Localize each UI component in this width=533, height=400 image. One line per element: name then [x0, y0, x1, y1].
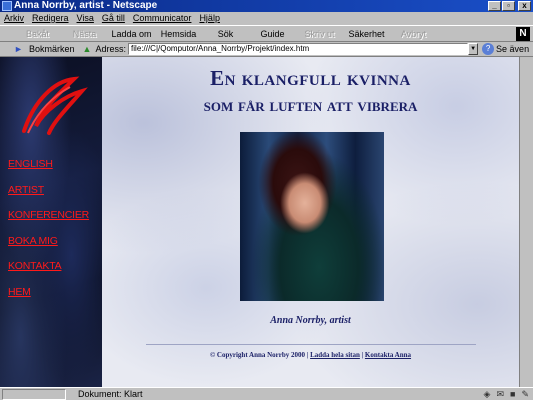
address-dropdown-icon[interactable]: ▼: [468, 43, 479, 55]
home-button[interactable]: Hemsida: [155, 29, 202, 39]
copyright-text: © Copyright Anna Norrby 2000 |: [209, 351, 309, 359]
status-bar: Dokument: Klart ◈ ✉ ■ ✎: [0, 387, 533, 400]
related-button[interactable]: Se även: [496, 44, 529, 54]
nav-english[interactable]: ENGLISH: [8, 157, 89, 183]
netscape-app-icon: [2, 1, 12, 11]
discussion-icon[interactable]: ■: [510, 389, 515, 400]
menu-hjalp[interactable]: Hjälp: [199, 12, 220, 25]
footer-divider: [146, 344, 476, 345]
menu-bar: Arkiv Redigera Visa Gå till Communicator…: [0, 12, 533, 25]
nav-konferencier[interactable]: KONFERENCIER: [8, 208, 89, 234]
bookmark-icon[interactable]: ►: [14, 44, 26, 54]
navigation-toolbar: Bakåt Nästa Ladda om Hemsida Sök Guide S…: [0, 25, 533, 42]
address-label: Adress:: [95, 44, 127, 54]
main-panel: En klangfull kvinna som får luften att v…: [102, 57, 519, 387]
forward-button[interactable]: Nästa: [61, 29, 108, 39]
mail-icon[interactable]: ✉: [496, 389, 504, 400]
stop-button[interactable]: Avbryt: [390, 29, 437, 39]
print-button[interactable]: Skriv ut: [296, 29, 343, 39]
menu-redigera[interactable]: Redigera: [32, 12, 69, 25]
window-title: Anna Norrby, artist - Netscape: [14, 0, 158, 11]
composer-icon[interactable]: ✎: [521, 389, 529, 400]
search-button[interactable]: Sök: [202, 29, 249, 39]
navigator-icon[interactable]: ◈: [484, 389, 491, 400]
sidebar-nav: ENGLISH ARTIST KONFERENCIER BOKA MIG KON…: [8, 157, 89, 310]
page-content: ENGLISH ARTIST KONFERENCIER BOKA MIG KON…: [0, 57, 519, 387]
nav-hem[interactable]: HEM: [8, 285, 89, 311]
security-status-icon[interactable]: [2, 388, 66, 400]
page-heading-line1: En klangfull kvinna: [210, 66, 411, 90]
netscape-logo-icon: N: [516, 27, 530, 41]
artist-portrait-photo: [240, 132, 384, 301]
load-site-link[interactable]: Ladda hela sitan: [310, 351, 360, 359]
location-icon[interactable]: ▲: [83, 44, 93, 54]
page-footer: © Copyright Anna Norrby 2000 | Ladda hel…: [102, 351, 519, 359]
window-controls: _ ▫ x: [488, 1, 531, 11]
portrait-caption: Anna Norrby, artist: [270, 315, 351, 326]
component-bar: ◈ ✉ ■ ✎: [484, 389, 529, 400]
contact-anna-link[interactable]: Kontakta Anna: [365, 351, 411, 359]
menu-communicator[interactable]: Communicator: [133, 12, 192, 25]
status-text: Dokument: Klart: [78, 389, 143, 399]
nav-kontakta[interactable]: KONTAKTA: [8, 259, 89, 285]
menu-ga-till[interactable]: Gå till: [102, 12, 125, 25]
signature-logo-icon: [22, 76, 88, 135]
security-button[interactable]: Säkerhet: [343, 29, 390, 39]
reload-button[interactable]: Ladda om: [108, 29, 155, 39]
bookmarks-button[interactable]: Bokmärken: [29, 44, 75, 54]
close-button[interactable]: x: [518, 1, 531, 11]
menu-arkiv[interactable]: Arkiv: [4, 12, 24, 25]
window-title-bar: Anna Norrby, artist - Netscape _ ▫ x: [0, 0, 533, 12]
page-heading-line2: som får luften att vibrera: [203, 95, 418, 116]
sidebar: ENGLISH ARTIST KONFERENCIER BOKA MIG KON…: [0, 57, 102, 387]
guide-button[interactable]: Guide: [249, 29, 296, 39]
related-icon[interactable]: ?: [482, 43, 495, 55]
back-button[interactable]: Bakåt: [14, 29, 61, 39]
address-input[interactable]: file:///C|/Qomputor/Anna_Norrby/Projekt/…: [128, 43, 469, 55]
nav-boka-mig[interactable]: BOKA MIG: [8, 234, 89, 260]
minimize-button[interactable]: _: [488, 1, 501, 11]
footer-separator: |: [361, 351, 364, 359]
menu-visa[interactable]: Visa: [77, 12, 94, 25]
maximize-button[interactable]: ▫: [502, 1, 515, 11]
location-bar: ► Bokmärken ▲ Adress: file:///C|/Qomputo…: [0, 42, 533, 57]
nav-artist[interactable]: ARTIST: [8, 183, 89, 209]
vertical-scrollbar[interactable]: [519, 57, 533, 387]
